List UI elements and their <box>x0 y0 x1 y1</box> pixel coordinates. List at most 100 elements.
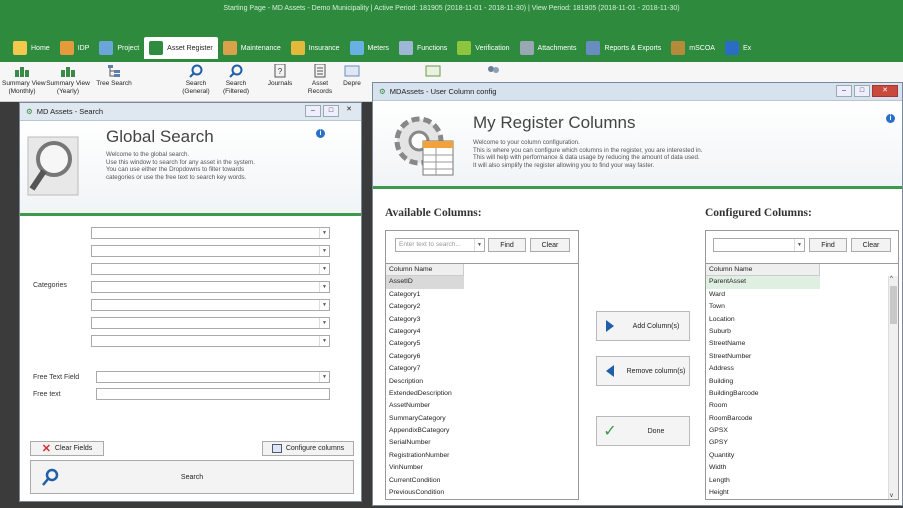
list-item[interactable]: Category3 <box>386 314 578 326</box>
list-item[interactable]: Suburb <box>706 326 898 338</box>
list-item[interactable]: PreviousCondition <box>386 487 578 499</box>
close-button[interactable]: ✕ <box>341 105 357 117</box>
list-item[interactable]: GPSY <box>706 437 898 449</box>
ribbon-tab-meters[interactable]: Meters <box>345 37 394 59</box>
list-item[interactable]: Description <box>386 376 578 388</box>
asset-records-button[interactable]: Asset Records <box>304 63 336 96</box>
summary-view-monthly-button[interactable]: Summary View (Monthly) <box>2 64 46 96</box>
chevron-down-icon: ▼ <box>794 239 804 251</box>
search-general-button[interactable]: Search (General) <box>180 64 212 96</box>
list-item[interactable]: AssetID <box>386 276 464 289</box>
list-item[interactable]: Category2 <box>386 301 578 313</box>
ribbon-tab-verification[interactable]: Verification <box>452 37 514 59</box>
available-search-input[interactable]: Enter text to search... ▼ <box>395 238 485 252</box>
ribbon-tab-maintenance[interactable]: Maintenance <box>218 37 286 59</box>
list-item[interactable]: Quantity <box>706 450 898 462</box>
available-columns-list[interactable]: Column Name AssetID Category1 Category2 Cat… <box>385 263 579 500</box>
list-item[interactable]: SummaryCategory <box>386 413 578 425</box>
search-window-titlebar[interactable]: ⚙ MD Assets - Search – □ ✕ <box>20 103 361 121</box>
scroll-down-icon[interactable]: v <box>890 493 893 499</box>
ribbon-tab-insurance[interactable]: Insurance <box>286 37 345 59</box>
summary-view-yearly-button[interactable]: Summary View (Yearly) <box>46 64 90 96</box>
configured-search-input[interactable]: ▼ <box>713 238 805 252</box>
ribbon-tab-idp[interactable]: IDP <box>55 37 95 59</box>
close-button[interactable]: ✕ <box>872 85 898 97</box>
toolbar-item-7[interactable] <box>418 64 448 80</box>
list-item[interactable]: Building <box>706 376 898 388</box>
free-text-input[interactable] <box>96 388 330 400</box>
done-button[interactable]: ✓ Done <box>596 416 690 446</box>
column-window-titlebar[interactable]: ⚙ MDAssets - User Column config – □ ✕ <box>373 83 902 101</box>
list-item[interactable]: Location <box>706 314 898 326</box>
list-item[interactable]: AppendixBCategory <box>386 425 578 437</box>
scrollbar[interactable]: ^ v <box>888 276 898 499</box>
category-dropdown-1[interactable]: ▼ <box>91 227 330 239</box>
list-item[interactable]: StreetName <box>706 338 898 350</box>
tree-search-button[interactable]: Tree Search <box>92 64 136 88</box>
maximize-button[interactable]: □ <box>854 85 870 97</box>
category-dropdown-7[interactable]: ▼ <box>91 335 330 347</box>
configured-find-button[interactable]: Find <box>809 238 847 252</box>
category-dropdown-6[interactable]: ▼ <box>91 317 330 329</box>
depreciation-button[interactable]: Depre <box>340 64 364 88</box>
free-text-field-dropdown[interactable]: ▼ <box>96 371 330 383</box>
add-columns-button[interactable]: Add Column(s) <box>596 311 690 341</box>
list-item[interactable]: StreetNumber <box>706 351 898 363</box>
journals-button[interactable]: ? Journals <box>264 63 296 88</box>
configure-columns-button[interactable]: Configure columns <box>262 441 354 456</box>
info-icon[interactable]: i <box>886 114 895 123</box>
list-item[interactable]: Category4 <box>386 326 578 338</box>
configured-columns-list[interactable]: Column Name ParentAsset Ward Town Location S… <box>705 263 899 500</box>
list-item[interactable]: GPSX <box>706 425 898 437</box>
list-item[interactable]: Width <box>706 462 898 474</box>
list-item[interactable]: Room <box>706 400 898 412</box>
category-dropdown-3[interactable]: ▼ <box>91 263 330 275</box>
maximize-button[interactable]: □ <box>323 105 339 117</box>
info-icon[interactable]: i <box>316 129 325 138</box>
ribbon-tab-project[interactable]: Project <box>94 37 144 59</box>
list-item[interactable]: AssetNumber <box>386 400 578 412</box>
list-item[interactable]: Height <box>706 487 898 499</box>
search-button[interactable]: Search <box>30 460 354 494</box>
scroll-up-icon[interactable]: ^ <box>890 276 893 282</box>
available-find-button[interactable]: Find <box>488 238 526 252</box>
minimize-button[interactable]: – <box>836 85 852 97</box>
ribbon-tab-reports-exports[interactable]: Reports & Exports <box>581 37 666 59</box>
column-name-header[interactable]: Column Name <box>706 264 820 277</box>
list-item[interactable]: Ward <box>706 289 898 301</box>
available-clear-button[interactable]: Clear <box>530 238 570 252</box>
list-item[interactable]: Category5 <box>386 338 578 350</box>
list-item[interactable]: CurrentCondition <box>386 475 578 487</box>
list-item[interactable]: Category1 <box>386 289 578 301</box>
list-item[interactable]: Category7 <box>386 363 578 375</box>
ribbon-tab-home[interactable]: Home <box>8 37 55 59</box>
list-item[interactable]: SerialNumber <box>386 437 578 449</box>
magnifier-icon <box>228 64 244 78</box>
category-dropdown-4[interactable]: ▼ <box>91 281 330 293</box>
list-item[interactable]: RoomBarcode <box>706 413 898 425</box>
list-item[interactable]: Category6 <box>386 351 578 363</box>
minimize-button[interactable]: – <box>305 105 321 117</box>
list-item[interactable]: Town <box>706 301 898 313</box>
ribbon-tab-asset-register[interactable]: Asset Register <box>144 37 218 59</box>
clear-fields-button[interactable]: ✕ Clear Fields <box>30 441 104 456</box>
ribbon-tab-attachments[interactable]: Attachments <box>515 37 582 59</box>
toolbar-item-8[interactable] <box>478 64 508 80</box>
list-item[interactable]: ParentAsset <box>706 276 820 289</box>
list-item[interactable]: Address <box>706 363 898 375</box>
list-item[interactable]: BuildingBarcode <box>706 388 898 400</box>
list-item[interactable]: ExtendedDescription <box>386 388 578 400</box>
configured-clear-button[interactable]: Clear <box>851 238 891 252</box>
category-dropdown-2[interactable]: ▼ <box>91 245 330 257</box>
ribbon-tab-mscoa[interactable]: mSCOA <box>666 37 720 59</box>
column-name-header[interactable]: Column Name <box>386 264 464 277</box>
search-filtered-button[interactable]: Search (Filtered) <box>220 64 252 96</box>
list-item[interactable]: RegistrationNumber <box>386 450 578 462</box>
scrollbar-thumb[interactable] <box>890 286 897 324</box>
ribbon-tab-functions[interactable]: Functions <box>394 37 452 59</box>
category-dropdown-5[interactable]: ▼ <box>91 299 330 311</box>
list-item[interactable]: VinNumber <box>386 462 578 474</box>
list-item[interactable]: Length <box>706 475 898 487</box>
ribbon-tab-ex[interactable]: Ex <box>720 37 756 59</box>
remove-columns-button[interactable]: Remove column(s) <box>596 356 690 386</box>
